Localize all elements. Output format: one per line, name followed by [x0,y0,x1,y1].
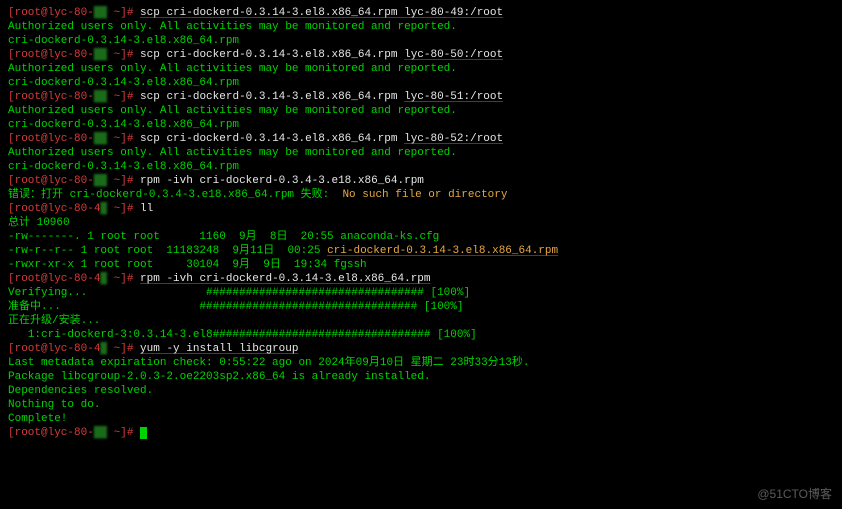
terminal-line: [root@lyc-80-4█ ~]# ll [8,202,834,216]
terminal-line: Verifying... ###########################… [8,286,834,300]
watermark: @51CTO博客 [757,487,832,501]
terminal-line: Nothing to do. [8,398,834,412]
terminal-line: cri-dockerd-0.3.14-3.el8.x86_64.rpm [8,34,834,48]
terminal-line: -rwxr-xr-x 1 root root 30104 9月 9日 19:34… [8,258,834,272]
terminal-output: [root@lyc-80-██ ~]# scp cri-dockerd-0.3.… [8,6,834,440]
terminal-line: Authorized users only. All activities ma… [8,104,834,118]
terminal-line: Last metadata expiration check: 0:55:22 … [8,356,834,370]
terminal-line: Authorized users only. All activities ma… [8,20,834,34]
terminal-line: [root@lyc-80-██ ~]# scp cri-dockerd-0.3.… [8,132,834,146]
terminal-line: -rw-r--r-- 1 root root 11183248 9月11日 00… [8,244,834,258]
terminal-line: cri-dockerd-0.3.14-3.el8.x86_64.rpm [8,76,834,90]
terminal-line: -rw-------. 1 root root 1160 9月 8日 20:55… [8,230,834,244]
terminal-line: Authorized users only. All activities ma… [8,146,834,160]
terminal-line: [root@lyc-80-4█ ~]# rpm -ivh cri-dockerd… [8,272,834,286]
terminal-prompt-active[interactable]: [root@lyc-80-██ ~]# [8,426,834,440]
terminal-line: cri-dockerd-0.3.14-3.el8.x86_64.rpm [8,160,834,174]
terminal-line: 准备中... #################################… [8,300,834,314]
terminal-line: 总计 10960 [8,216,834,230]
terminal-line: [root@lyc-80-██ ~]# scp cri-dockerd-0.3.… [8,6,834,20]
terminal-line: [root@lyc-80-4█ ~]# yum -y install libcg… [8,342,834,356]
terminal-line: Package libcgroup-2.0.3-2.oe2203sp2.x86_… [8,370,834,384]
terminal-line: [root@lyc-80-██ ~]# rpm -ivh cri-dockerd… [8,174,834,188]
terminal-line: 正在升级/安装... [8,314,834,328]
terminal-line: [root@lyc-80-██ ~]# scp cri-dockerd-0.3.… [8,48,834,62]
terminal-line: [root@lyc-80-██ ~]# scp cri-dockerd-0.3.… [8,90,834,104]
terminal-line: 1:cri-dockerd-3:0.3.14-3.el8############… [8,328,834,342]
terminal-line: cri-dockerd-0.3.14-3.el8.x86_64.rpm [8,118,834,132]
terminal-line: 错误：打开 cri-dockerd-0.3.4-3.e18.x86_64.rpm… [8,188,834,202]
terminal-line: Dependencies resolved. [8,384,834,398]
terminal-line: Complete! [8,412,834,426]
terminal-line: Authorized users only. All activities ma… [8,62,834,76]
cursor [140,427,147,439]
